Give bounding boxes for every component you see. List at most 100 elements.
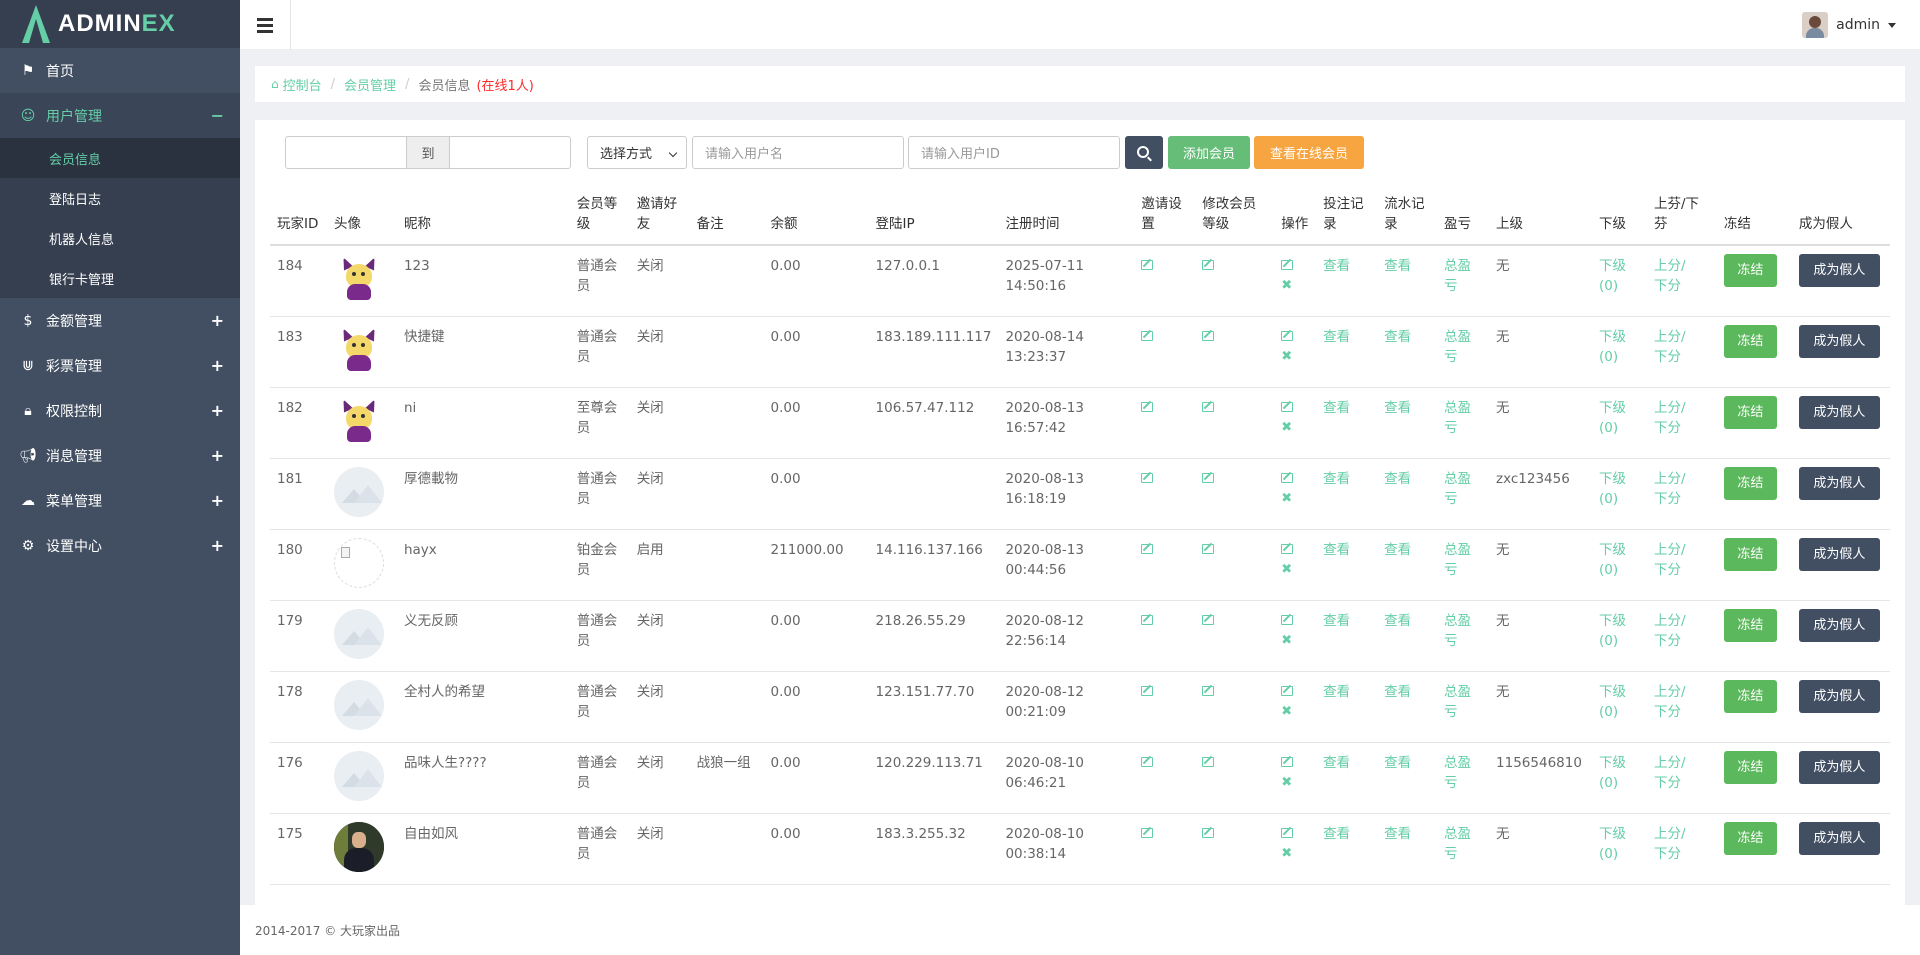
edit-invite-icon[interactable] <box>1141 756 1154 767</box>
freeze-button[interactable]: 冻结 <box>1723 608 1777 642</box>
freeze-button[interactable]: 冻结 <box>1723 395 1777 429</box>
profit-link[interactable]: 总盈亏 <box>1444 327 1474 367</box>
delete-icon[interactable]: ✖ <box>1281 347 1309 367</box>
make-fake-button[interactable]: 成为假人 <box>1798 821 1880 855</box>
userid-input[interactable]: 请输入用户ID <box>908 136 1120 169</box>
edit-invite-icon[interactable] <box>1141 827 1154 838</box>
submenu-item-robot-info[interactable]: 机器人信息 <box>0 218 240 258</box>
profit-link[interactable]: 总盈亏 <box>1444 611 1474 651</box>
bet-record-link[interactable]: 查看 <box>1323 613 1350 629</box>
delete-icon[interactable]: ✖ <box>1281 489 1309 509</box>
score-down-link[interactable]: 下分 <box>1654 844 1710 864</box>
freeze-button[interactable]: 冻结 <box>1723 466 1777 500</box>
subordinate-link[interactable]: 下级(0) <box>1599 611 1629 651</box>
freeze-button[interactable]: 冻结 <box>1723 324 1777 358</box>
profit-link[interactable]: 总盈亏 <box>1444 398 1474 438</box>
edit-invite-icon[interactable] <box>1141 260 1154 270</box>
submenu-item-bank-card[interactable]: 银行卡管理 <box>0 258 240 298</box>
subordinate-link[interactable]: 下级(0) <box>1599 540 1629 580</box>
make-fake-button[interactable]: 成为假人 <box>1798 608 1880 642</box>
end-date-input[interactable] <box>449 136 571 169</box>
make-fake-button[interactable]: 成为假人 <box>1798 254 1880 287</box>
flow-record-link[interactable]: 查看 <box>1384 826 1411 842</box>
edit-invite-icon[interactable] <box>1141 685 1154 696</box>
delete-icon[interactable]: ✖ <box>1281 276 1309 296</box>
bet-record-link[interactable]: 查看 <box>1323 471 1350 487</box>
menu-toggle-icon[interactable] <box>240 0 291 50</box>
edit-invite-icon[interactable] <box>1141 543 1154 554</box>
score-up-link[interactable]: 上分/ <box>1654 469 1710 489</box>
subordinate-link[interactable]: 下级(0) <box>1599 753 1629 793</box>
bet-record-link[interactable]: 查看 <box>1323 826 1350 842</box>
make-fake-button[interactable]: 成为假人 <box>1798 466 1880 500</box>
score-down-link[interactable]: 下分 <box>1654 560 1710 580</box>
sidebar-item-settings[interactable]: ⚙ 设置中心 + <box>0 523 240 568</box>
score-down-link[interactable]: 下分 <box>1654 702 1710 722</box>
username-input[interactable]: 请输入用户名 <box>692 136 904 169</box>
sidebar-item-lottery[interactable]: ⋓ 彩票管理 + <box>0 343 240 388</box>
flow-record-link[interactable]: 查看 <box>1384 258 1411 274</box>
bet-record-link[interactable]: 查看 <box>1323 542 1350 558</box>
submenu-item-member-info[interactable]: 会员信息 <box>0 138 240 178</box>
view-online-button[interactable]: 查看在线会员 <box>1254 136 1364 169</box>
edit-icon[interactable] <box>1281 614 1294 625</box>
flow-record-link[interactable]: 查看 <box>1384 684 1411 700</box>
flow-record-link[interactable]: 查看 <box>1384 329 1411 345</box>
score-up-link[interactable]: 上分/ <box>1654 682 1710 702</box>
profit-link[interactable]: 总盈亏 <box>1444 256 1474 296</box>
edit-invite-icon[interactable] <box>1141 401 1154 412</box>
delete-icon[interactable]: ✖ <box>1281 702 1309 722</box>
bet-record-link[interactable]: 查看 <box>1323 684 1350 700</box>
delete-icon[interactable]: ✖ <box>1281 631 1309 651</box>
score-up-link[interactable]: 上分/ <box>1654 753 1710 773</box>
edit-icon[interactable] <box>1281 543 1294 554</box>
score-down-link[interactable]: 下分 <box>1654 489 1710 509</box>
edit-level-icon[interactable] <box>1202 543 1215 554</box>
edit-icon[interactable] <box>1281 401 1294 412</box>
edit-level-icon[interactable] <box>1202 330 1215 341</box>
profit-link[interactable]: 总盈亏 <box>1444 824 1474 864</box>
freeze-button[interactable]: 冻结 <box>1723 750 1777 784</box>
subordinate-link[interactable]: 下级(0) <box>1599 398 1629 438</box>
score-up-link[interactable]: 上分/ <box>1654 256 1710 276</box>
score-down-link[interactable]: 下分 <box>1654 418 1710 438</box>
sidebar-item-funds[interactable]: $ 金额管理 + <box>0 298 240 343</box>
sidebar-item-menus[interactable]: ☁ 菜单管理 + <box>0 478 240 523</box>
subordinate-link[interactable]: 下级(0) <box>1599 256 1629 296</box>
submenu-item-login-log[interactable]: 登陆日志 <box>0 178 240 218</box>
freeze-button[interactable]: 冻结 <box>1723 821 1777 855</box>
subordinate-link[interactable]: 下级(0) <box>1599 469 1629 509</box>
flow-record-link[interactable]: 查看 <box>1384 755 1411 771</box>
user-menu[interactable]: admin <box>1802 12 1896 38</box>
score-up-link[interactable]: 上分/ <box>1654 540 1710 560</box>
bet-record-link[interactable]: 查看 <box>1323 400 1350 416</box>
edit-icon[interactable] <box>1281 756 1294 767</box>
edit-level-icon[interactable] <box>1202 472 1215 483</box>
breadcrumb-section[interactable]: 会员管理 <box>344 75 396 94</box>
score-down-link[interactable]: 下分 <box>1654 631 1710 651</box>
edit-icon[interactable] <box>1281 827 1294 838</box>
delete-icon[interactable]: ✖ <box>1281 418 1309 438</box>
score-up-link[interactable]: 上分/ <box>1654 824 1710 844</box>
breadcrumb-home[interactable]: 控制台 <box>283 75 322 94</box>
bet-record-link[interactable]: 查看 <box>1323 755 1350 771</box>
delete-icon[interactable]: ✖ <box>1281 773 1309 793</box>
flow-record-link[interactable]: 查看 <box>1384 542 1411 558</box>
score-down-link[interactable]: 下分 <box>1654 347 1710 367</box>
flow-record-link[interactable]: 查看 <box>1384 613 1411 629</box>
score-up-link[interactable]: 上分/ <box>1654 327 1710 347</box>
edit-icon[interactable] <box>1281 260 1294 270</box>
sidebar-item-user-management[interactable]: ☺ 用户管理 − <box>0 93 240 138</box>
freeze-button[interactable]: 冻结 <box>1723 679 1777 713</box>
make-fake-button[interactable]: 成为假人 <box>1798 750 1880 784</box>
edit-invite-icon[interactable] <box>1141 472 1154 483</box>
sidebar-item-home[interactable]: ⚑ 首页 <box>0 48 240 93</box>
make-fake-button[interactable]: 成为假人 <box>1798 324 1880 358</box>
freeze-button[interactable]: 冻结 <box>1723 254 1777 287</box>
add-member-button[interactable]: 添加会员 <box>1168 136 1250 169</box>
edit-icon[interactable] <box>1281 472 1294 483</box>
edit-level-icon[interactable] <box>1202 685 1215 696</box>
profit-link[interactable]: 总盈亏 <box>1444 753 1474 793</box>
subordinate-link[interactable]: 下级(0) <box>1599 682 1629 722</box>
make-fake-button[interactable]: 成为假人 <box>1798 679 1880 713</box>
